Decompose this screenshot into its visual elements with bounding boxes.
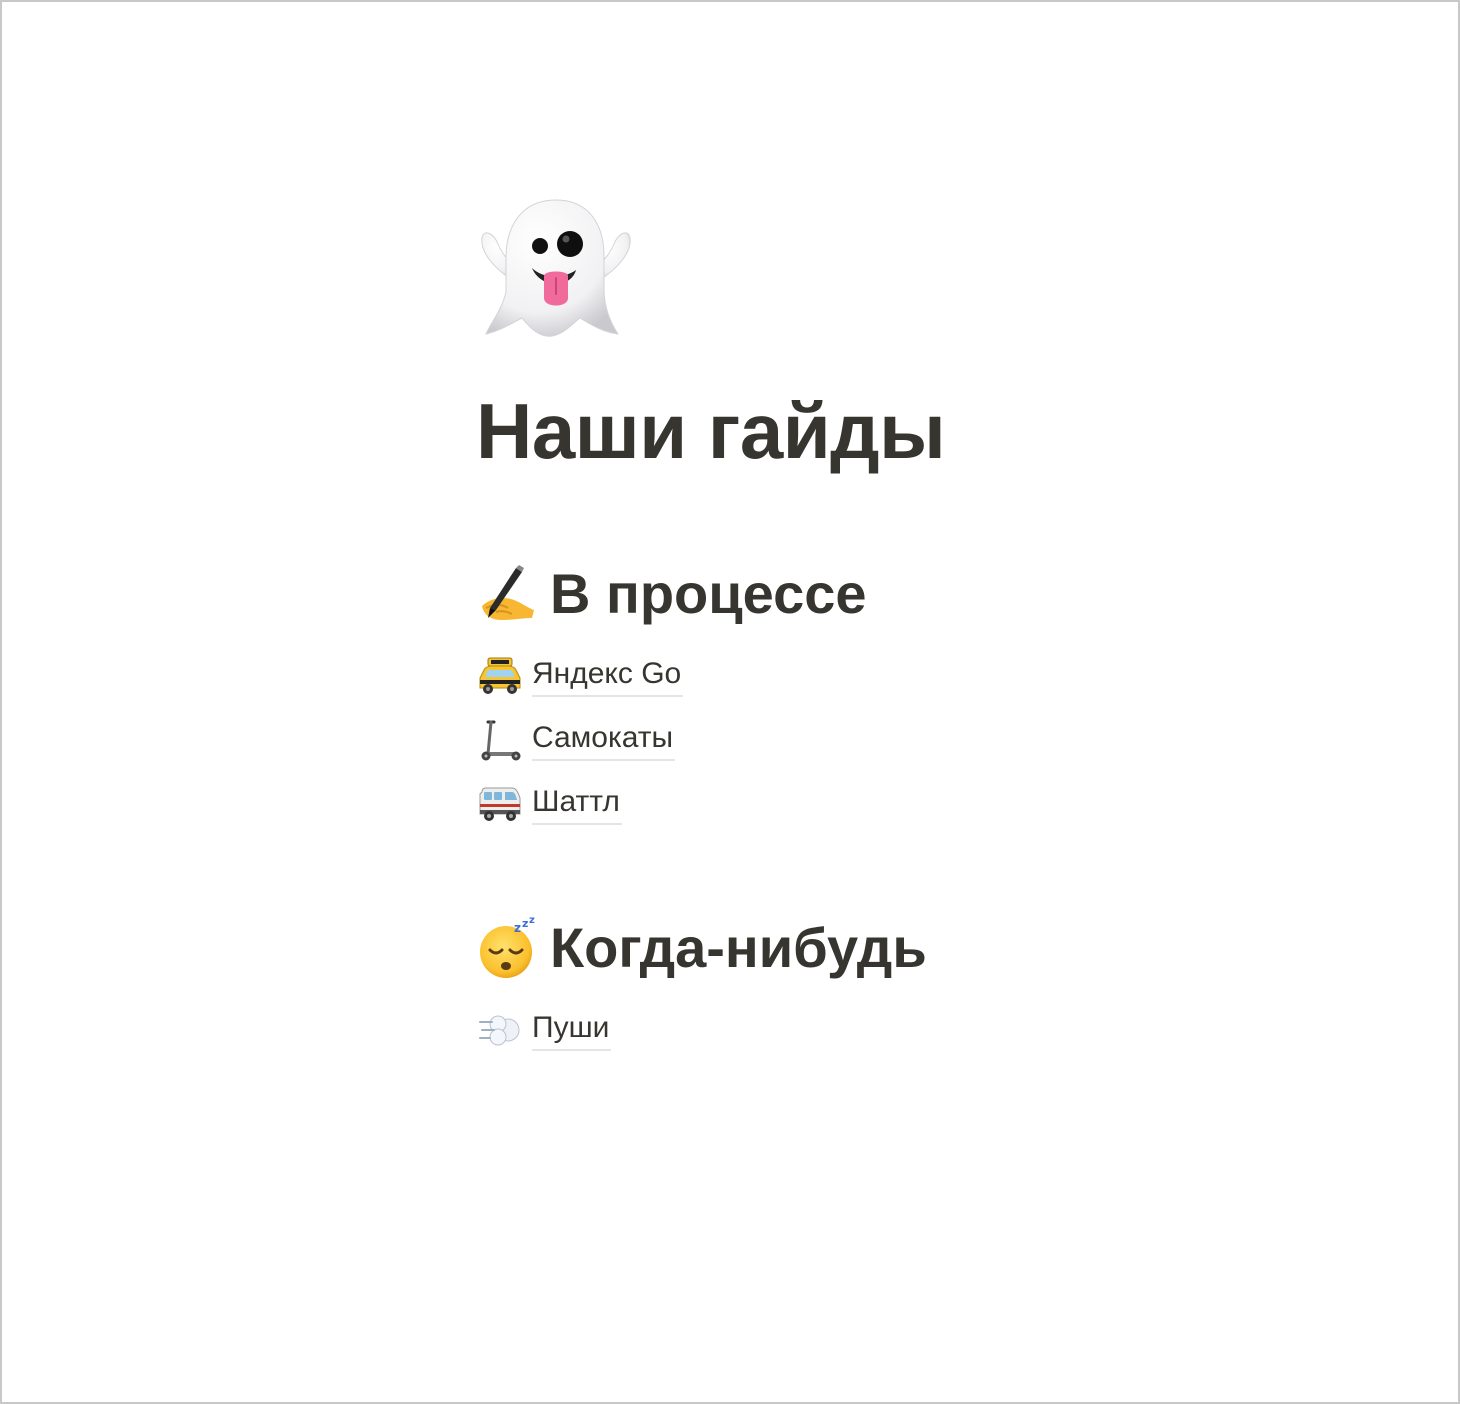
list-item-shuttle[interactable]: Шаттл <box>476 772 1176 836</box>
section-heading: В процессе <box>476 554 1176 634</box>
taxi-icon <box>476 652 524 700</box>
page-title[interactable]: Наши гайды <box>476 386 946 476</box>
minibus-icon <box>476 780 524 828</box>
page-frame: Наши гайды В процессе Яндекс Go Самокаты… <box>0 0 1460 1404</box>
section-heading-text: В процессе <box>550 562 867 625</box>
writing-hand-icon <box>476 562 540 626</box>
sleeping-face-icon: z z z <box>476 916 540 980</box>
section-items: Яндекс Go Самокаты Шаттл <box>476 644 1176 836</box>
section-heading: z z z Когда-нибудь <box>476 908 1176 988</box>
section-heading-text: Когда-нибудь <box>550 916 927 979</box>
svg-text:z: z <box>522 917 528 930</box>
item-label[interactable]: Пуши <box>532 1009 612 1051</box>
section-items: Пуши <box>476 998 1176 1062</box>
list-item-scooters[interactable]: Самокаты <box>476 708 1176 772</box>
ghost-icon[interactable] <box>476 194 636 344</box>
item-label[interactable]: Шаттл <box>532 783 622 825</box>
list-item-push[interactable]: Пуши <box>476 998 1176 1062</box>
svg-text:z: z <box>529 916 535 926</box>
svg-text:z: z <box>514 921 521 935</box>
scooter-icon <box>476 716 524 764</box>
item-label[interactable]: Самокаты <box>532 719 676 761</box>
dash-icon <box>476 1006 524 1054</box>
item-label[interactable]: Яндекс Go <box>532 655 684 697</box>
list-item-yandex-go[interactable]: Яндекс Go <box>476 644 1176 708</box>
section-someday: z z z Когда-нибудь Пуши <box>476 908 1176 1062</box>
section-in-progress: В процессе Яндекс Go Самокаты Шаттл <box>476 554 1176 836</box>
